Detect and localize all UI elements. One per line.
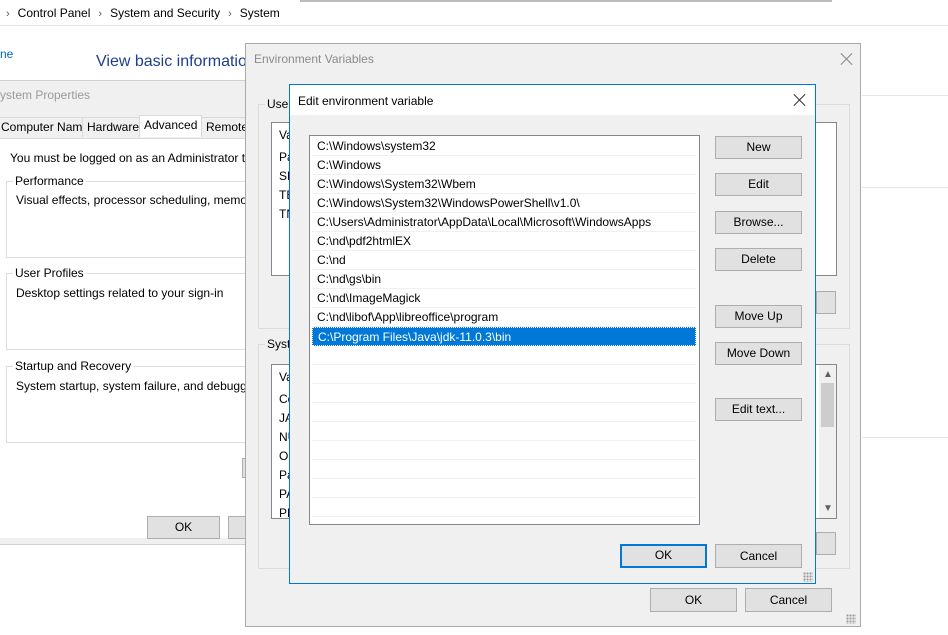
chevron-right-icon: › — [6, 8, 10, 20]
right-divider-line — [862, 437, 948, 438]
empty-list-row — [312, 365, 696, 384]
tab-hardware[interactable]: Hardware — [82, 117, 145, 137]
breadcrumb-item-system[interactable]: System — [240, 6, 280, 20]
empty-list-row — [312, 498, 696, 517]
empty-list-row — [312, 346, 696, 365]
chevron-right-icon: › — [98, 8, 103, 20]
chevron-down-icon[interactable]: ▼ — [823, 503, 833, 514]
edit-variable-title: Edit environment variable — [298, 94, 434, 108]
edit-button[interactable]: Edit — [715, 173, 802, 196]
breadcrumb-item-system-security[interactable]: System and Security — [110, 6, 220, 20]
user-profiles-group — [6, 273, 246, 350]
startup-recovery-group — [6, 366, 246, 443]
nav-pane-partial-link[interactable]: ne — [0, 47, 13, 61]
close-icon[interactable] — [840, 52, 854, 66]
path-list-item-selected[interactable]: C:\Program Files\Java\jdk-11.0.3\bin — [312, 327, 696, 346]
system-properties-ok-button[interactable]: OK — [147, 516, 220, 539]
user-profiles-desc: Desktop settings related to your sign-in — [16, 286, 224, 300]
resize-grip-icon[interactable] — [803, 572, 813, 582]
user-profiles-label: User Profiles — [13, 266, 86, 280]
tab-advanced[interactable]: Advanced — [139, 115, 203, 137]
path-list-item[interactable]: C:\nd\libof\App\libreoffice\program — [312, 308, 696, 327]
path-list-item[interactable]: C:\Users\Administrator\AppData\Local\Mic… — [312, 213, 696, 232]
environment-variables-title: Environment Variables — [254, 52, 374, 66]
path-list-item[interactable]: C:\nd — [312, 251, 696, 270]
breadcrumb-item-control-panel[interactable]: Control Panel — [18, 6, 91, 20]
empty-list-row — [312, 479, 696, 498]
tab-computer-name[interactable]: Computer Name — [0, 117, 95, 137]
empty-list-row — [312, 460, 696, 479]
tab-remote[interactable]: Remote — [201, 117, 248, 137]
close-icon[interactable] — [793, 93, 807, 107]
edit-variable-cancel-button[interactable]: Cancel — [715, 544, 802, 568]
chevron-up-icon[interactable]: ▲ — [823, 369, 833, 380]
startup-recovery-desc: System startup, system failure, and debu… — [16, 379, 246, 393]
system-list-scrollbar[interactable]: ▲ ▼ — [819, 365, 836, 518]
empty-list-row — [312, 441, 696, 460]
edit-variable-ok-button[interactable]: OK — [620, 544, 707, 568]
path-list[interactable]: C:\Windows\system32 C:\Windows C:\Windows\… — [309, 135, 700, 525]
move-up-button[interactable]: Move Up — [715, 305, 802, 328]
right-divider-line — [862, 95, 948, 96]
address-bar-edge — [300, 0, 832, 2]
chevron-right-icon: › — [228, 8, 232, 20]
edit-variable-dialog: Edit environment variable C:\Windows\sys… — [289, 84, 816, 584]
environment-variables-cancel-button[interactable]: Cancel — [745, 588, 832, 612]
right-divider-line — [862, 187, 948, 188]
path-list-item[interactable]: C:\nd\pdf2htmlEX — [312, 232, 696, 251]
breadcrumb-bar: › Control Panel › System and Security › Syste… — [0, 0, 948, 26]
edit-text-button[interactable]: Edit text... — [715, 398, 802, 421]
user-delete-button-partial[interactable] — [816, 291, 836, 314]
path-list-item[interactable]: C:\Windows\system32 — [312, 137, 696, 156]
performance-desc: Visual effects, processor scheduling, me… — [16, 193, 246, 207]
performance-label: Performance — [13, 174, 86, 188]
startup-recovery-label: Startup and Recovery — [13, 359, 134, 373]
path-list-item[interactable]: C:\nd\gs\bin — [312, 270, 696, 289]
path-list-item[interactable]: C:\Windows\System32\WindowsPowerShell\v1… — [312, 194, 696, 213]
path-list-item[interactable]: C:\nd\ImageMagick — [312, 289, 696, 308]
system-delete-button-partial[interactable] — [816, 532, 836, 555]
delete-button[interactable]: Delete — [715, 248, 802, 271]
browse-button[interactable]: Browse... — [715, 211, 802, 234]
path-list-item[interactable]: C:\Windows — [312, 156, 696, 175]
system-properties-title: ystem Properties — [0, 88, 91, 102]
empty-list-row — [312, 384, 696, 403]
move-down-button[interactable]: Move Down — [715, 342, 802, 365]
scrollbar-thumb[interactable] — [821, 383, 834, 427]
empty-list-row — [312, 422, 696, 441]
page-heading: View basic informatio — [96, 53, 247, 70]
empty-list-row — [312, 403, 696, 422]
admin-note: You must be logged on as an Administrato… — [10, 151, 246, 165]
new-button[interactable]: New — [715, 136, 802, 159]
path-list-item[interactable]: C:\Windows\System32\Wbem — [312, 175, 696, 194]
breadcrumb: › Control Panel › System and Security › Syste… — [0, 6, 280, 20]
resize-grip-icon[interactable] — [846, 614, 856, 624]
environment-variables-ok-button[interactable]: OK — [650, 588, 737, 612]
